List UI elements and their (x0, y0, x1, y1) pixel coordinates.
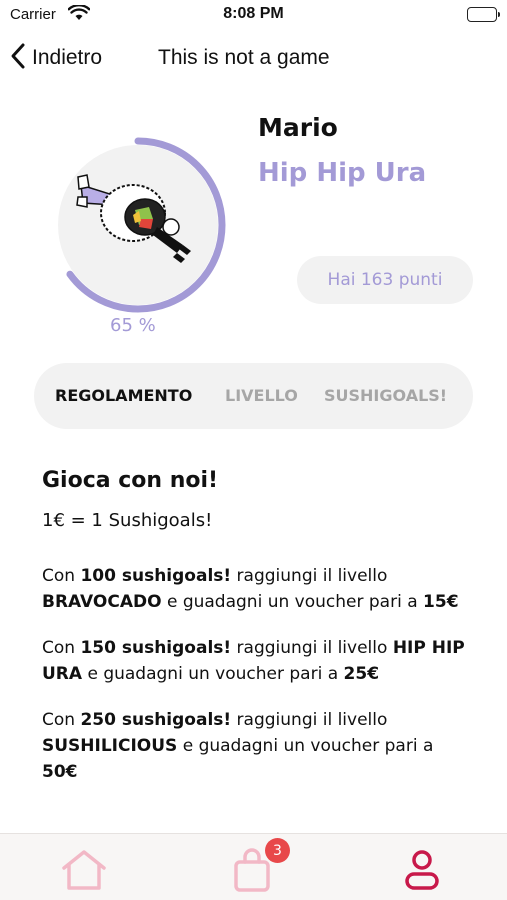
back-button[interactable]: Indietro (10, 42, 102, 74)
rule-item: Con 150 sushigoals! raggiungi il livello… (42, 638, 465, 684)
profile-icon[interactable] (402, 848, 442, 898)
avatar-progress (48, 135, 228, 315)
user-name: Mario (258, 113, 338, 142)
chevron-left-icon (10, 42, 26, 74)
conversion-rate: 1€ = 1 Sushigoals! (42, 510, 213, 531)
status-bar: Carrier 8:08 PM (0, 0, 507, 30)
progress-percentage: 65 % (110, 315, 156, 336)
points-badge: Hai 163 punti (297, 256, 473, 304)
bottom-tab-bar (0, 833, 507, 900)
navigation-bar: Indietro This is not a game (0, 38, 507, 78)
rules-content: Gioca con noi! 1€ = 1 Sushigoals! Con 10… (42, 468, 472, 785)
home-icon[interactable] (60, 848, 108, 896)
points-text: Hai 163 punti (327, 270, 443, 290)
cart-count-badge: 3 (265, 838, 290, 863)
level-name: Hip Hip Ura (258, 158, 427, 188)
rule-item: Con 250 sushigoals! raggiungi il livello… (42, 710, 434, 782)
tab-livello[interactable]: LIVELLO (225, 386, 298, 405)
tab-sushigoals[interactable]: SUSHIGOALS! (324, 386, 447, 405)
segment-tabs: REGOLAMENTO LIVELLO SUSHIGOALS! (34, 363, 473, 429)
status-time: 8:08 PM (223, 5, 284, 22)
rule-item: Con 100 sushigoals! raggiungi il livello… (42, 566, 459, 612)
back-label: Indietro (32, 46, 103, 69)
battery-icon (467, 7, 500, 22)
page-title: This is not a game (158, 46, 330, 69)
rules-title: Gioca con noi! (42, 468, 219, 493)
sushi-mascot-icon (76, 174, 191, 263)
tab-regolamento[interactable]: REGOLAMENTO (55, 386, 192, 405)
